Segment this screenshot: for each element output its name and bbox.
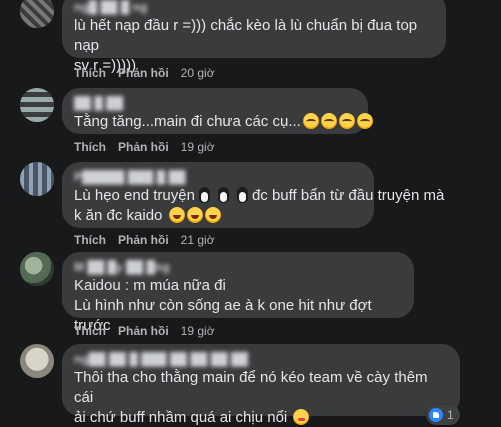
crying-laughing-emoji-icon: [302, 113, 319, 129]
comment-actions: Thích Phản hồi 21 giờ: [74, 233, 215, 247]
comment-text-line: ải chứ buff nhầm quá ai chịu nổi: [74, 408, 448, 427]
comment-text-line: Kaidou : m múa nữa đi: [74, 277, 226, 294]
comment-text: đc buff bẩn từ đầu truyện mà: [251, 187, 445, 204]
commenter-name[interactable]: ng█ ██ █ ng: [74, 0, 434, 14]
commenter-name[interactable]: P█████ ███ █ ██: [74, 170, 362, 184]
reply-button[interactable]: Phản hồi: [118, 233, 169, 247]
comment-text: k ăn đc kaido: [74, 207, 163, 224]
like-button[interactable]: Thích: [74, 233, 106, 247]
avatar[interactable]: [20, 252, 54, 286]
rofl-emoji-icon: [186, 207, 203, 223]
crying-laughing-emoji-icon: [320, 113, 337, 129]
comment-text-line: k ăn đc kaido: [74, 206, 362, 226]
comment-text-line: Tằng tăng...main đi chưa các cụ...: [74, 112, 373, 132]
comment-bubble: P█████ ███ █ ██ Lù hẹo end truyện đc buff…: [62, 162, 444, 228]
avatar[interactable]: [20, 162, 54, 196]
like-button[interactable]: Thích: [74, 140, 106, 154]
reply-button[interactable]: Phản hồi: [118, 66, 169, 80]
rofl-emoji-icon: [204, 207, 221, 223]
timestamp[interactable]: 19 giờ: [181, 324, 215, 338]
like-button[interactable]: Thích: [74, 324, 106, 338]
comment-text: Tằng tăng...main đi chưa các cụ...: [74, 113, 301, 130]
commenter-name[interactable]: M ██ █y ██ █ng: [74, 260, 402, 274]
timestamp[interactable]: 20 giờ: [181, 66, 215, 80]
winking-tongue-emoji-icon: [293, 409, 310, 425]
comment-bubble: ██ █ ██ Tằng tăng...main đi chưa các cụ.…: [62, 88, 373, 134]
comment-text-line: Lù hẹo end truyện đc buff bẩn từ đầu truy…: [74, 186, 444, 206]
reply-button[interactable]: Phản hồi: [118, 324, 169, 338]
like-reaction-icon: [429, 408, 443, 422]
crying-laughing-emoji-icon: [338, 113, 355, 129]
comment-bubble: M ██ █y ██ █ng Kaidou : m múa nữa đi Lù …: [62, 252, 414, 334]
avatar[interactable]: [20, 344, 54, 378]
comment-actions: Thích Phản hồi 19 giờ: [74, 140, 215, 154]
reaction-count: 1: [447, 408, 454, 422]
comment-bubble: ng██ ██ █ ███ ██ ██ ██ ██ Thôi tha cho t…: [62, 344, 460, 426]
comment-bubble: ng█ ██ █ ng lù hết nạp đầu r =))) chắc k…: [62, 0, 446, 74]
rofl-emoji-icon: [168, 207, 185, 223]
timestamp[interactable]: 19 giờ: [181, 140, 215, 154]
like-button[interactable]: Thích: [74, 66, 106, 80]
timestamp[interactable]: 21 giờ: [181, 233, 215, 247]
penguin-emoji-icon: [217, 187, 230, 203]
avatar[interactable]: [20, 0, 54, 28]
comment-text: Lù hẹo end truyện: [74, 187, 195, 204]
comment-text-line: Thôi tha cho thằng main để nó kéo team v…: [74, 369, 428, 406]
comment-actions: Thích Phản hồi 19 giờ: [74, 324, 215, 338]
penguin-emoji-icon: [236, 187, 249, 203]
reply-button[interactable]: Phản hồi: [118, 140, 169, 154]
crying-laughing-emoji-icon: [356, 113, 373, 129]
commenter-name[interactable]: ██ █ ██: [74, 96, 356, 110]
reaction-summary[interactable]: 1: [426, 405, 460, 425]
penguin-emoji-icon: [198, 187, 211, 203]
avatar[interactable]: [20, 88, 54, 122]
comment-text-line: lù hết nạp đầu r =))) chắc kèo là lù chu…: [74, 17, 418, 54]
commenter-name[interactable]: ng██ ██ █ ███ ██ ██ ██ ██: [74, 352, 448, 366]
comment-actions: Thích Phản hồi 20 giờ: [74, 66, 215, 80]
comment-text: ải chứ buff nhầm quá ai chịu nổi: [74, 409, 288, 426]
